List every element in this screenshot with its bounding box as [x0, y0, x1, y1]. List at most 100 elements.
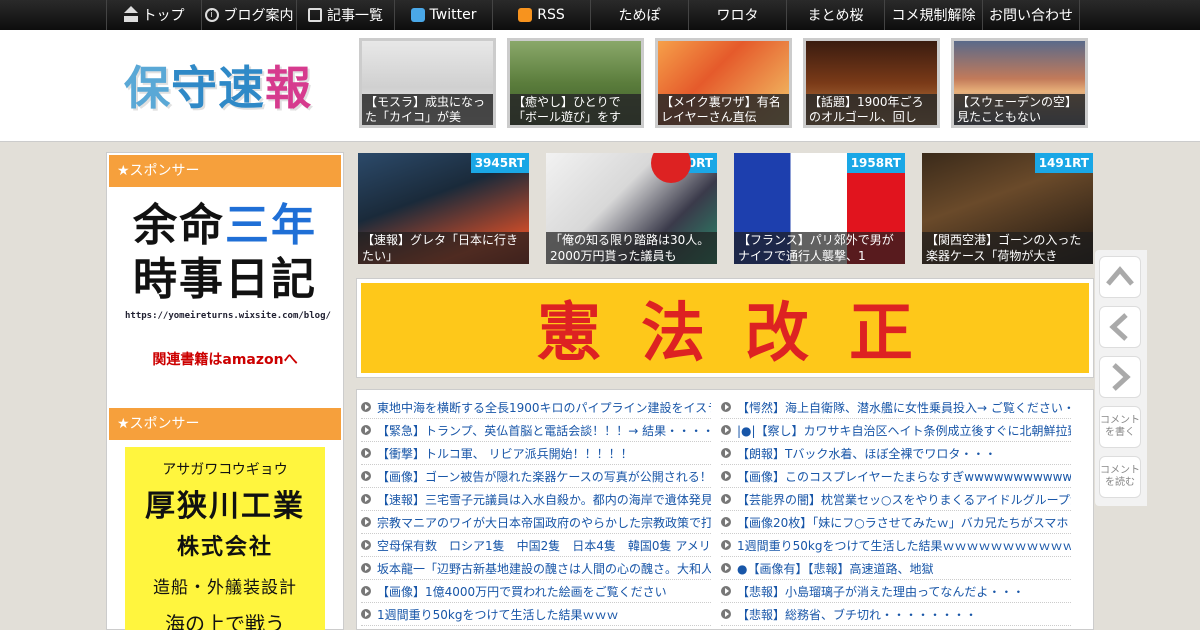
news-link[interactable]: 【画像】ゴーン被告が隠れた楽器ケースの写真が公開される！	[377, 468, 711, 485]
sponsor-ad-yomei[interactable]: 余命三年 時事日記 https://yomeireturns.wixsite.c…	[125, 199, 331, 379]
arrow-bullet-icon	[361, 402, 371, 412]
arrow-bullet-icon	[721, 471, 731, 481]
banner-text: 憲法改正	[361, 283, 1089, 373]
news-link[interactable]: 東地中海を横断する全長1900キロのパイプライン建設をイスラ	[377, 399, 711, 416]
site-logo[interactable]: 保守速報	[124, 52, 312, 118]
news-link[interactable]: 【緊急】トランプ、英仏首脳と電話会談！！！→ 結果・・・・	[377, 422, 711, 439]
nav-item-article-list[interactable]: 記事一覧	[296, 0, 394, 30]
write-comment-button[interactable]: コメントを書く	[1099, 406, 1141, 448]
constitution-banner[interactable]: 憲法改正	[356, 278, 1094, 378]
left-sidebar: ★スポンサー 余命三年 時事日記 https://yomeireturns.wi…	[106, 152, 344, 630]
arrow-bullet-icon	[721, 402, 731, 412]
list-item: 【画像20枚】「妹にフ○ラさせてみたｗ」バカ兄たちがスマホ	[721, 511, 1071, 534]
news-link[interactable]: 1週間重り50kgをつけて生活した結果ｗｗｗ	[377, 606, 618, 623]
next-article-button[interactable]	[1099, 356, 1141, 398]
news-link[interactable]: 【悲報】総務省、ブチ切れ・・・・・・・・	[737, 606, 977, 623]
nav-item-warota[interactable]: ワロタ	[688, 0, 786, 30]
header-thumbnail[interactable]: 【モスラ】成虫になった「カイコ」が美	[359, 38, 496, 128]
news-list: 東地中海を横断する全長1900キロのパイプライン建設をイスラ 【緊急】トランプ、…	[356, 389, 1094, 630]
nav-item-matome-sakura[interactable]: まとめ桜	[786, 0, 884, 30]
nav-item-blog-guide[interactable]: i ブログ案内	[201, 0, 296, 30]
logo-char: 守	[171, 61, 218, 115]
news-link[interactable]: ●【画像有】【悲報】高速道路、地獄	[737, 560, 933, 577]
scroll-top-button[interactable]	[1099, 256, 1141, 298]
nav-label: Twitter	[429, 7, 477, 23]
news-link[interactable]: 宗教マニアのワイが大日本帝国政府のやらかした宗教政策で打	[377, 514, 711, 531]
news-link[interactable]: 【愕然】海上自衛隊、潜水艦に女性乗員投入→ ご覧ください・	[737, 399, 1071, 416]
read-comment-button[interactable]: コメントを読む	[1099, 456, 1141, 498]
arrow-bullet-icon	[721, 425, 731, 435]
nav-label: ワロタ	[716, 8, 759, 24]
thumbnail-caption: 【癒やし】ひとりで「ボール遊び」をす	[510, 94, 641, 125]
news-link[interactable]: 【朗報】Tバック水着、ほぼ全裸でワロタ・・・	[737, 445, 996, 462]
rss-icon	[518, 8, 533, 22]
news-link[interactable]: 空母保有数 ロシア1隻 中国2隻 日本4隻 韓国0隻 アメリカ	[377, 537, 711, 554]
list-item: ●【画像有】【悲報】高速道路、地獄	[721, 557, 1071, 580]
header-thumbnail[interactable]: 【癒やし】ひとりで「ボール遊び」をす	[507, 38, 644, 128]
arrow-bullet-icon	[361, 494, 371, 504]
trending-card[interactable]: 2270RT 「俺の知る限り踏路は30人。2000万円貰った議員も	[546, 153, 717, 264]
top-navigation-bar: トップ i ブログ案内 記事一覧 Twitter RSS ためぽ ワロタ まとめ…	[0, 0, 1200, 30]
nav-item-rss[interactable]: RSS	[492, 0, 590, 30]
news-link[interactable]: 坂本龍一「辺野古新基地建設の醜さは人間の心の醜さ。大和人	[377, 560, 711, 577]
news-link[interactable]: 【速報】三宅雪子元議員は入水自殺か。都内の海岸で遺体発見	[377, 491, 711, 508]
header-thumbnail[interactable]: 【話題】1900年ごろのオルゴール、回し	[803, 38, 940, 128]
ad-company-type: 株式会社	[176, 535, 273, 560]
news-link[interactable]: 【画像】このコスプレイヤーたまらなすぎwwwwwwwwwwwwwwwww	[737, 468, 1071, 485]
ad-title-part: 余命	[133, 200, 225, 251]
chevron-right-icon	[1112, 363, 1131, 391]
trending-card[interactable]: 1958RT 【フランス】パリ郊外で男がナイフで通行人襲撃、1	[734, 153, 905, 264]
list-item: 【悲報】小島瑠璃子が消えた理由ってなんだよ・・・	[721, 580, 1071, 603]
retweet-count-badge: 3945RT	[470, 153, 529, 173]
site-header: 保守速報 【モスラ】成虫になった「カイコ」が美 【癒やし】ひとりで「ボール遊び」…	[0, 30, 1200, 142]
retweet-count-badge: 1491RT	[1034, 153, 1093, 173]
top-navigation-menu: トップ i ブログ案内 記事一覧 Twitter RSS ためぽ ワロタ まとめ…	[106, 0, 1080, 30]
nav-label: お問い合わせ	[989, 8, 1073, 24]
arrow-bullet-icon	[361, 517, 371, 527]
arrow-bullet-icon	[721, 586, 731, 596]
sponsor-ad-asagawa[interactable]: アサガワコウギョウ 厚狭川工業 株式会社 造船・外艤装設計 海の上で戦う	[125, 447, 325, 630]
previous-article-button[interactable]	[1099, 306, 1141, 348]
retweet-count-badge: 1958RT	[846, 153, 905, 173]
nav-item-twitter[interactable]: Twitter	[394, 0, 492, 30]
list-item: 【緊急】トランプ、英仏首脳と電話会談！！！→ 結果・・・・	[361, 419, 711, 442]
trending-card[interactable]: 1491RT 【関西空港】ゴーンの入った楽器ケース「荷物が大き	[922, 153, 1093, 264]
news-link[interactable]: 1週間重り50kgをつけて生活した結果ｗｗｗｗｗｗｗｗｗｗｗ	[737, 537, 1071, 554]
trending-card[interactable]: 3945RT 【速報】グレタ「日本に行きたい」	[358, 153, 529, 264]
nav-item-contact[interactable]: お問い合わせ	[982, 0, 1080, 30]
rising-sun-shape	[651, 153, 691, 183]
nav-label: RSS	[537, 7, 565, 23]
ad-url: https://yomeireturns.wixsite.com/blog/	[125, 311, 331, 321]
list-item: 【衝撃】トルコ軍、 リビア派兵開始！！！！！	[361, 442, 711, 465]
nav-label: ためぽ	[618, 8, 661, 24]
arrow-bullet-icon	[721, 563, 731, 573]
nav-item-comment-unblock[interactable]: コメ規制解除	[884, 0, 982, 30]
sponsor-heading: ★スポンサー	[109, 408, 341, 440]
arrow-bullet-icon	[361, 540, 371, 550]
nav-label: ブログ案内	[223, 8, 294, 24]
ad-title-part: 三年	[225, 200, 317, 251]
ad-company-kana: アサガワコウギョウ	[162, 462, 288, 478]
thumbnail-caption: 【メイク裏ワザ】有名レイヤーさん直伝	[658, 94, 789, 125]
nav-item-top[interactable]: トップ	[106, 0, 201, 30]
chevron-up-icon	[1106, 266, 1134, 286]
ad-company-desc: 造船・外艤装設計	[153, 578, 297, 598]
news-link[interactable]: 【画像20枚】「妹にフ○ラさせてみたｗ」バカ兄たちがスマホ	[737, 514, 1068, 531]
news-link[interactable]: 【悲報】小島瑠璃子が消えた理由ってなんだよ・・・	[737, 583, 1024, 600]
news-column-left: 東地中海を横断する全長1900キロのパイプライン建設をイスラ 【緊急】トランプ、…	[361, 396, 711, 626]
news-link[interactable]: 【画像】1億4000万円で買われた絵画をご覧ください	[377, 583, 667, 600]
trending-caption: 【フランス】パリ郊外で男がナイフで通行人襲撃、1	[734, 232, 905, 264]
home-icon	[123, 6, 138, 22]
ad-title-line: 時事日記	[133, 254, 317, 305]
list-item: 【速報】三宅雪子元議員は入水自殺か。都内の海岸で遺体発見	[361, 488, 711, 511]
list-item: 【画像】ゴーン被告が隠れた楽器ケースの写真が公開される！	[361, 465, 711, 488]
list-item: 空母保有数 ロシア1隻 中国2隻 日本4隻 韓国0隻 アメリカ	[361, 534, 711, 557]
header-thumbnail[interactable]: 【メイク裏ワザ】有名レイヤーさん直伝	[655, 38, 792, 128]
info-icon: i	[204, 8, 219, 22]
thumbnail-caption: 【スウェーデンの空】見たこともない	[954, 94, 1085, 125]
news-link[interactable]: 【衝撃】トルコ軍、 リビア派兵開始！！！！！	[377, 445, 633, 462]
nav-item-tamepo[interactable]: ためぽ	[590, 0, 688, 30]
news-link[interactable]: 【芸能界の闇】枕営業セッ○スをやりまくるアイドルグループが	[737, 491, 1071, 508]
news-link[interactable]: |●|【察し】カワサキ自治区ヘイト条例成立後すぐに北朝鮮拉致	[737, 422, 1071, 439]
header-thumbnail[interactable]: 【スウェーデンの空】見たこともない	[951, 38, 1088, 128]
